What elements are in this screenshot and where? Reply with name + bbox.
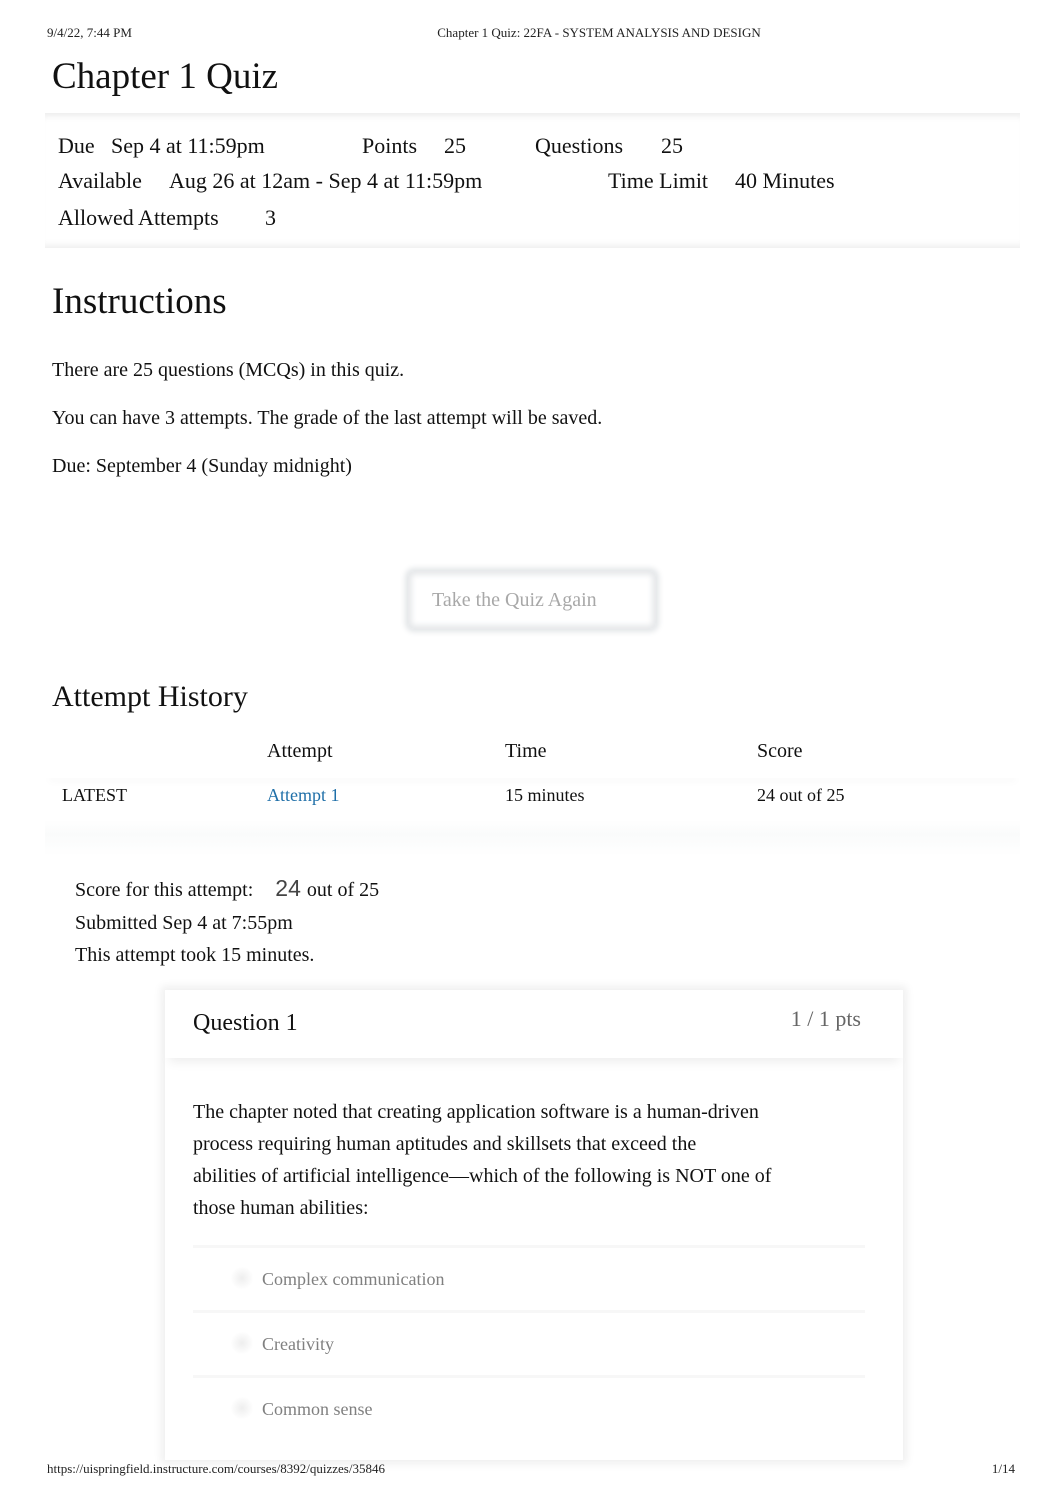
answer-option[interactable]: Common sense bbox=[193, 1375, 865, 1439]
instruction-paragraph: Due: September 4 (Sunday midnight) bbox=[52, 455, 352, 477]
attempt-time: 15 minutes bbox=[505, 785, 585, 805]
question-text-line: abilities of artificial intelligence—whi… bbox=[193, 1165, 772, 1187]
answer-option[interactable]: Creativity bbox=[193, 1310, 865, 1374]
answer-divider bbox=[193, 1245, 865, 1248]
question-text: The chapter noted that creating applicat… bbox=[193, 1096, 833, 1224]
question-text-line: those human abilities: bbox=[193, 1197, 369, 1219]
score-line: Score for this attempt: 24 out of 25 bbox=[75, 875, 379, 902]
answer-label: Creativity bbox=[262, 1334, 334, 1354]
quiz-title: Chapter 1 Quiz bbox=[52, 56, 279, 97]
attempt-duration: This attempt took 15 minutes. bbox=[75, 944, 315, 966]
radio-icon[interactable] bbox=[231, 1397, 253, 1419]
time-limit-label: Time Limit bbox=[608, 168, 709, 193]
question-text-line: process requiring human aptitudes and sk… bbox=[193, 1133, 697, 1155]
question-header: Question 1 1 / 1 pts bbox=[165, 990, 903, 1058]
column-header-time: Time bbox=[505, 740, 547, 762]
radio-icon[interactable] bbox=[231, 1267, 253, 1289]
answer-divider bbox=[193, 1310, 865, 1313]
column-header-score: Score bbox=[757, 740, 803, 762]
question-name: Question 1 bbox=[193, 1010, 298, 1036]
questions-value: 25 bbox=[661, 133, 683, 158]
submitted-time: Submitted Sep 4 at 7:55pm bbox=[75, 912, 293, 934]
due-value: Sep 4 at 11:59pm bbox=[111, 133, 265, 158]
answer-option[interactable]: Complex communication bbox=[193, 1245, 865, 1309]
instructions-heading: Instructions bbox=[52, 281, 227, 322]
available-value: Aug 26 at 12am - Sep 4 at 11:59pm bbox=[169, 168, 483, 193]
take-quiz-again-button[interactable]: Take the Quiz Again bbox=[408, 571, 656, 629]
score-label: Score for this attempt: bbox=[75, 879, 254, 901]
table-footer bbox=[45, 820, 1020, 856]
question-text-line: The chapter noted that creating applicat… bbox=[193, 1101, 759, 1123]
allowed-attempts-value: 3 bbox=[265, 205, 276, 230]
points-value: 25 bbox=[444, 133, 466, 158]
answer-label: Common sense bbox=[262, 1399, 373, 1419]
print-page-title: Chapter 1 Quiz: 22FA - SYSTEM ANALYSIS A… bbox=[437, 25, 761, 40]
instruction-paragraph: There are 25 questions (MCQs) in this qu… bbox=[52, 359, 405, 381]
latest-tag: LATEST bbox=[62, 785, 127, 805]
answer-divider bbox=[193, 1375, 865, 1378]
due-label: Due bbox=[58, 133, 95, 158]
answer-label: Complex communication bbox=[262, 1269, 445, 1289]
time-limit-value: 40 Minutes bbox=[735, 168, 835, 193]
allowed-attempts-label: Allowed Attempts bbox=[58, 205, 219, 230]
print-url: https://uispringfield.instructure.com/co… bbox=[47, 1461, 385, 1476]
instruction-paragraph: You can have 3 attempts. The grade of th… bbox=[52, 407, 603, 429]
column-header-attempt: Attempt bbox=[267, 740, 333, 762]
table-header-divider bbox=[45, 768, 1020, 778]
question-card: Question 1 1 / 1 pts The chapter noted t… bbox=[165, 990, 903, 1460]
score-value: 24 bbox=[275, 875, 301, 901]
available-label: Available bbox=[58, 168, 142, 193]
attempt-score: 24 out of 25 bbox=[757, 785, 845, 805]
points-label: Points bbox=[362, 133, 418, 158]
radio-icon[interactable] bbox=[231, 1332, 253, 1354]
question-points: 1 / 1 pts bbox=[790, 1006, 861, 1031]
score-total: out of 25 bbox=[306, 879, 380, 901]
page-number: 1/14 bbox=[991, 1461, 1015, 1476]
attempt-history-heading: Attempt History bbox=[52, 680, 248, 713]
questions-label: Questions bbox=[535, 133, 623, 158]
quiz-details: Due Sep 4 at 11:59pm Points 25 Questions… bbox=[45, 113, 1020, 248]
attempt-link[interactable]: Attempt 1 bbox=[267, 785, 340, 806]
